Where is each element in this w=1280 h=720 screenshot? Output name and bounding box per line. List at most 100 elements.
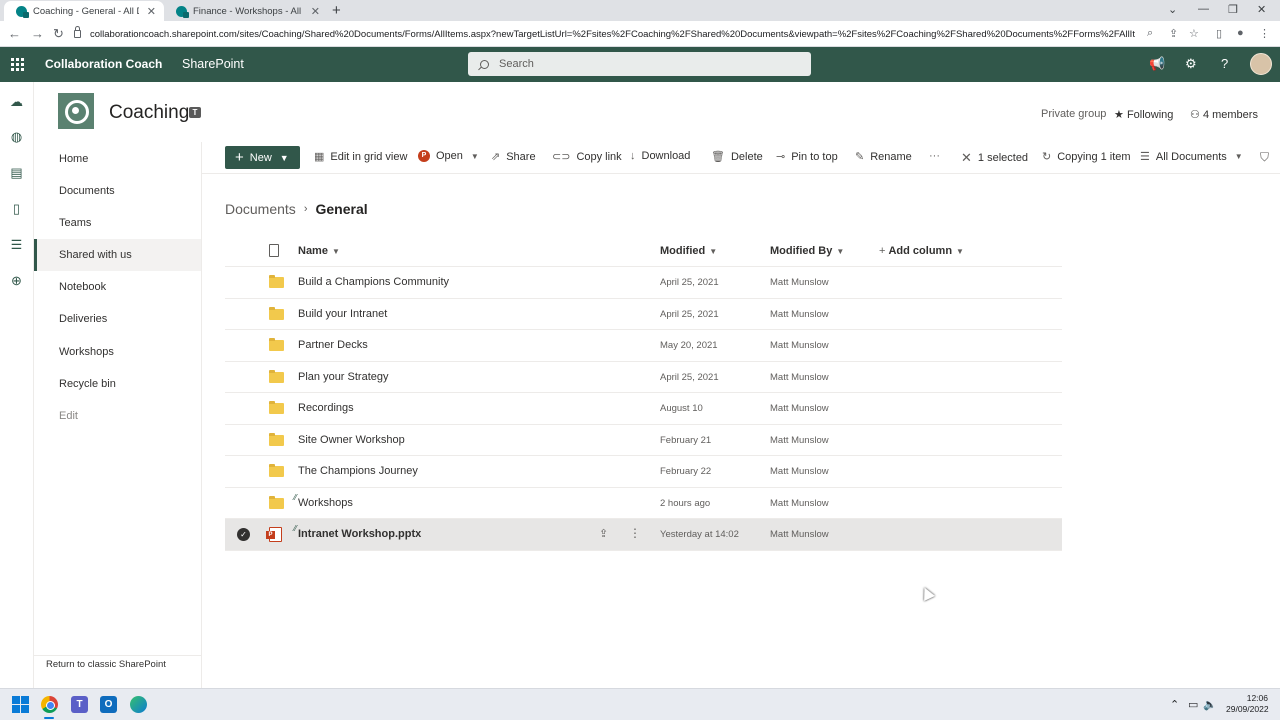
view-switcher[interactable]: ☰ All Documents ▼ xyxy=(1140,150,1249,164)
checkmark-icon[interactable]: ✓ xyxy=(237,528,250,541)
modified-by[interactable]: Matt Munslow xyxy=(770,309,829,320)
edge-icon[interactable] xyxy=(130,696,147,713)
table-row[interactable]: ⁄⁄ Workshops 2 hours ago Matt Munslow xyxy=(225,488,1062,519)
table-row[interactable]: Build your Intranet April 25, 2021 Matt … xyxy=(225,299,1062,330)
file-type-icon[interactable] xyxy=(269,244,279,257)
copy-link-button[interactable]: ⊂⊃ Copy link xyxy=(552,150,622,164)
nav-item-documents[interactable]: Documents xyxy=(34,175,201,207)
delete-button[interactable]: 🗑 Delete xyxy=(711,150,763,164)
copy-progress-button[interactable]: ↻ Copying 1 item xyxy=(1042,150,1131,164)
back-icon[interactable]: ← xyxy=(8,26,21,41)
breadcrumb-documents[interactable]: Documents xyxy=(225,201,296,217)
following-button[interactable]: ★ Following xyxy=(1114,108,1173,121)
browser-tab-coaching[interactable]: Coaching - General - All Docume ✕ xyxy=(4,1,164,21)
nav-item-recycle-bin[interactable]: Recycle bin xyxy=(34,368,201,400)
nav-item-deliveries[interactable]: Deliveries xyxy=(34,303,201,335)
nav-item-teams[interactable]: Teams xyxy=(34,207,201,239)
nav-edit-link[interactable]: Edit xyxy=(34,400,201,432)
modified-by[interactable]: Matt Munslow xyxy=(770,340,829,351)
zoom-icon[interactable]: ⌕ xyxy=(1147,27,1153,40)
table-row[interactable]: The Champions Journey February 22 Matt M… xyxy=(225,456,1062,488)
open-button[interactable]: P Open ▼ xyxy=(418,150,485,162)
windows-start-icon[interactable] xyxy=(12,696,29,713)
table-row[interactable]: Partner Decks May 20, 2021 Matt Munslow xyxy=(225,330,1062,362)
url-field[interactable]: collaborationcoach.sharepoint.com/sites/… xyxy=(74,24,1166,44)
chrome-icon[interactable] xyxy=(41,696,58,713)
modified-by[interactable]: Matt Munslow xyxy=(770,277,829,288)
column-header-modified[interactable]: Modified ▼ xyxy=(660,245,717,257)
column-header-modified-by[interactable]: Modified By ▼ xyxy=(770,245,844,257)
column-header-name[interactable]: Name ▼ xyxy=(298,245,340,257)
download-button[interactable]: ↓ Download xyxy=(630,150,690,162)
org-name[interactable]: Collaboration Coach xyxy=(45,57,162,71)
table-row[interactable]: Build a Champions Community April 25, 20… xyxy=(225,267,1062,299)
modified-by[interactable]: Matt Munslow xyxy=(770,435,829,446)
close-tab-icon[interactable]: ✕ xyxy=(311,5,320,18)
modified-by[interactable]: Matt Munslow xyxy=(770,372,829,383)
teams-icon[interactable]: T xyxy=(189,107,201,118)
table-row-selected[interactable]: ✓ ⁄⁄ Intranet Workshop.pptx ⇪ ⋮ Yesterda… xyxy=(225,519,1062,551)
file-name-link[interactable]: Partner Decks xyxy=(298,339,368,351)
bookmark-star-icon[interactable]: ☆ xyxy=(1189,27,1199,40)
search-input[interactable]: Search xyxy=(468,52,811,76)
forward-icon[interactable]: → xyxy=(31,26,44,41)
file-name-link[interactable]: Recordings xyxy=(298,402,354,414)
profile-icon[interactable]: ● xyxy=(1237,27,1244,39)
modified-by[interactable]: Matt Munslow xyxy=(770,466,829,477)
home-sites-icon[interactable]: ☁ xyxy=(9,94,24,109)
system-clock[interactable]: 12:06 29/09/2022 xyxy=(1226,693,1269,715)
file-name-link[interactable]: Workshops xyxy=(298,497,353,509)
help-icon[interactable]: ? xyxy=(1221,56,1228,71)
file-name-link[interactable]: The Champions Journey xyxy=(298,465,418,477)
modified-by[interactable]: Matt Munslow xyxy=(770,529,829,540)
browser-tab-finance[interactable]: Finance - Workshops - All Docum ✕ xyxy=(164,1,328,21)
megaphone-icon[interactable]: 📢 xyxy=(1149,56,1165,72)
table-row[interactable]: Recordings August 10 Matt Munslow xyxy=(225,393,1062,425)
globe-icon[interactable]: ◍ xyxy=(9,129,24,144)
files-icon[interactable]: ▯ xyxy=(9,201,24,216)
share-button[interactable]: ⇗ Share xyxy=(491,150,536,164)
create-icon[interactable]: ⊕ xyxy=(9,273,24,288)
return-to-classic-link[interactable]: Return to classic SharePoint xyxy=(46,659,166,670)
more-actions-icon[interactable]: ⋮ xyxy=(629,526,641,540)
file-name-link[interactable]: Build your Intranet xyxy=(298,308,387,320)
new-tab-icon[interactable]: + xyxy=(332,2,341,19)
share-page-icon[interactable]: ⇪ xyxy=(1169,27,1178,40)
rename-button[interactable]: ✎ Rename xyxy=(855,150,912,164)
clear-selection-button[interactable]: ✕ 1 selected xyxy=(961,150,1028,166)
tab-search-icon[interactable]: ⌄ xyxy=(1168,3,1177,16)
table-row[interactable]: Site Owner Workshop February 21 Matt Mun… xyxy=(225,425,1062,456)
file-name-link[interactable]: Build a Champions Community xyxy=(298,276,449,288)
browser-menu-icon[interactable]: ⋮ xyxy=(1259,27,1270,40)
more-commands-button[interactable]: ··· xyxy=(929,150,940,162)
app-name[interactable]: SharePoint xyxy=(182,57,244,71)
filter-icon[interactable]: ⛉ xyxy=(1260,150,1269,165)
app-launcher-icon[interactable] xyxy=(11,58,24,71)
teams-app-icon[interactable]: T xyxy=(71,696,88,713)
site-title[interactable]: Coaching xyxy=(109,102,189,124)
add-column-button[interactable]: + Add column ▼ xyxy=(879,245,964,257)
side-panel-icon[interactable]: ▯ xyxy=(1216,27,1222,40)
lists-icon[interactable]: ☰ xyxy=(9,237,24,252)
file-name-link[interactable]: Plan your Strategy xyxy=(298,371,389,383)
avatar[interactable] xyxy=(1250,53,1272,75)
members-button[interactable]: ⚇ 4 members xyxy=(1190,108,1258,121)
edit-grid-view-button[interactable]: ▦ Edit in grid view xyxy=(314,150,407,164)
minimize-icon[interactable]: — xyxy=(1198,3,1209,15)
site-logo[interactable] xyxy=(58,93,94,129)
network-icon[interactable]: ▭ xyxy=(1188,698,1198,711)
file-name-link[interactable]: Site Owner Workshop xyxy=(298,434,405,446)
nav-item-home[interactable]: Home xyxy=(34,143,201,175)
nav-item-shared-with-us[interactable]: Shared with us xyxy=(34,239,201,271)
nav-item-workshops[interactable]: Workshops xyxy=(34,336,201,368)
chevron-up-icon[interactable]: ⌃ xyxy=(1170,698,1179,711)
share-icon[interactable]: ⇪ xyxy=(599,527,608,540)
news-icon[interactable]: ▤ xyxy=(9,165,24,180)
close-tab-icon[interactable]: ✕ xyxy=(147,5,156,18)
file-name-link[interactable]: Intranet Workshop.pptx xyxy=(298,528,421,540)
modified-by[interactable]: Matt Munslow xyxy=(770,403,829,414)
pin-to-top-button[interactable]: ⊸ Pin to top xyxy=(776,150,838,164)
volume-icon[interactable]: 🔈 xyxy=(1203,698,1217,711)
new-button[interactable]: + New ▼ xyxy=(225,146,300,169)
outlook-icon[interactable]: O xyxy=(100,696,117,713)
